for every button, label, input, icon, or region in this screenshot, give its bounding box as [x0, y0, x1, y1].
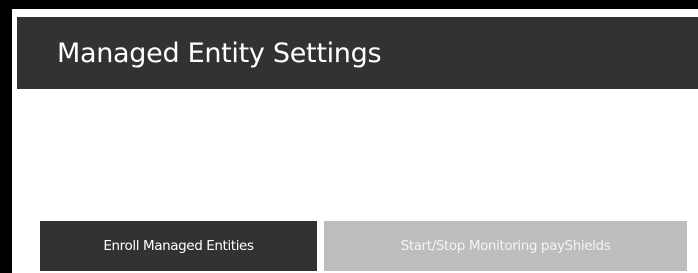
tab-enroll-managed-entities[interactable]: Enroll Managed Entities — [40, 221, 317, 271]
panel-header: Managed Entity Settings — [17, 17, 698, 89]
panel-title: Managed Entity Settings — [57, 37, 382, 69]
tab-start-stop-monitoring[interactable]: Start/Stop Monitoring payShields — [324, 221, 687, 271]
tab-bar: Enroll Managed Entities Start/Stop Monit… — [40, 221, 687, 273]
